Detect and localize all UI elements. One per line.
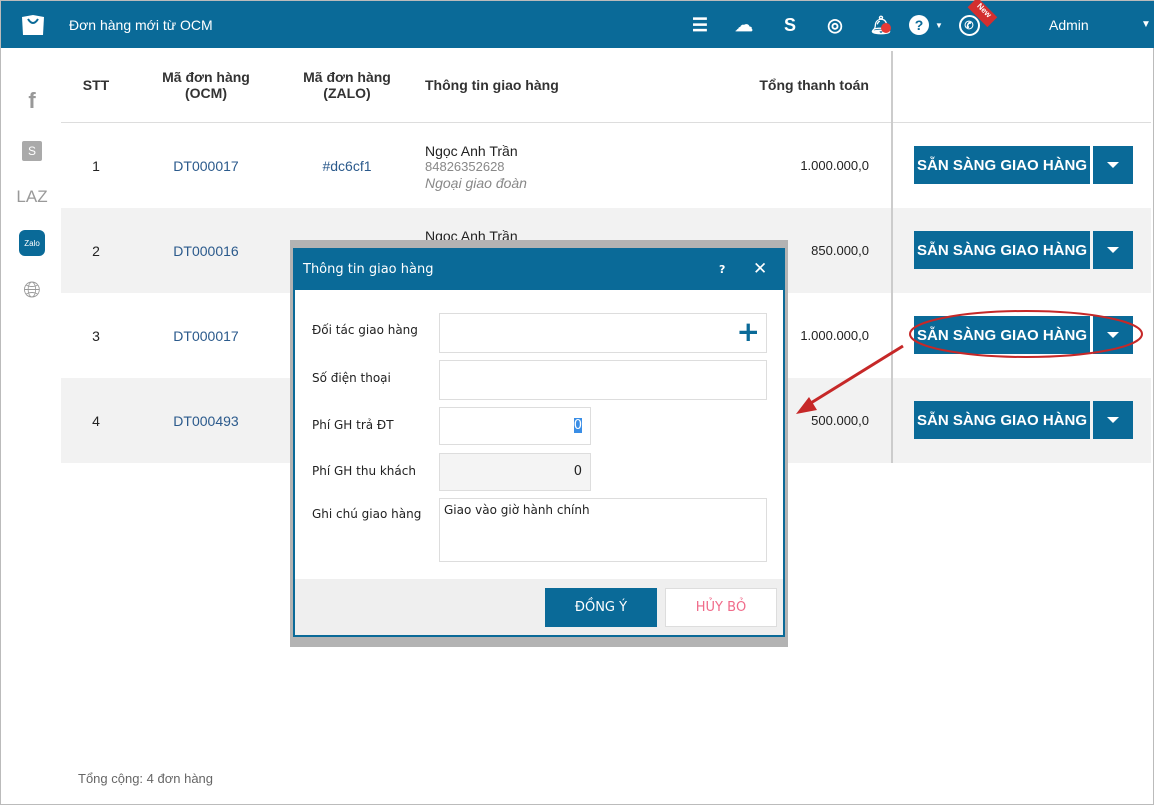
highlight-ellipse xyxy=(909,310,1143,358)
annotation-arrow xyxy=(805,344,904,408)
annotation-overlay xyxy=(796,310,1143,414)
